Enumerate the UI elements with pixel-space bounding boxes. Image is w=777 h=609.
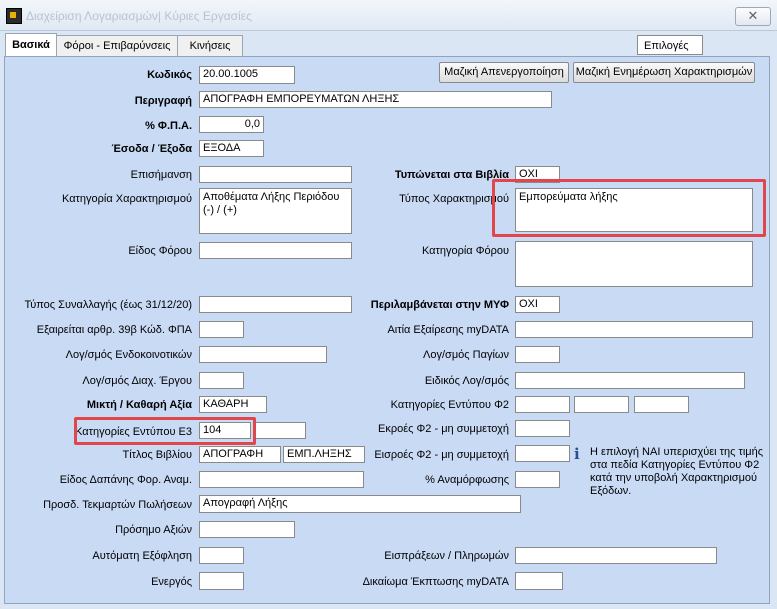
exempt-39b-field[interactable] [199,321,244,338]
vat-label: % Φ.Π.Α. [145,120,192,132]
receipts-payments-field[interactable] [515,547,717,564]
auto-settlement-label: Αυτόματη Εξόφληση [92,550,192,562]
gross-net-field[interactable]: ΚΑΘΑΡΗ [199,396,267,413]
exemption-cause-label: Αιτία Εξαίρεσης myDATA [387,324,509,336]
exemption-cause-field[interactable] [515,321,753,338]
special-account-field[interactable] [515,372,745,389]
description-label: Περιγραφή [134,95,192,107]
active-field[interactable] [199,572,244,590]
description-field[interactable]: ΑΠΟΓΡΑΦΗ ΕΜΠΟΡΕΥΜΑΤΩΝ ΛΗΞΗΣ [199,91,552,108]
f2-category-field-1[interactable] [515,396,570,413]
f2-outflows-label: Εκροές Φ2 - μη συμμετοχή [378,423,509,435]
fixed-assets-label: Λογ/σμός Παγίων [423,349,509,361]
tax-type-label: Είδος Φόρου [128,245,192,257]
expense-type-field[interactable] [199,471,364,488]
active-label: Ενεργός [151,576,192,588]
deduction-right-field[interactable] [515,572,563,590]
title-bar: Διαχείριση Λογαριασμών| Κύριες Εργασίες … [0,0,777,31]
project-field[interactable] [199,372,244,389]
mass-update-button[interactable]: Μαζική Ενημέρωση Χαρακτηρισμών [573,62,755,83]
e3-categories-field-2[interactable] [254,422,306,439]
auto-settlement-field[interactable] [199,547,244,564]
mass-deactivate-button[interactable]: Μαζική Απενεργοποίηση [439,62,569,83]
f2-category-field-3[interactable] [634,396,689,413]
tax-type-field[interactable] [199,242,352,259]
included-myf-field[interactable]: ΟΧΙ [515,296,560,313]
tax-category-field[interactable] [515,241,753,287]
code-label: Κωδικός [147,69,192,81]
f2-inflows-label: Εισροές Φ2 - μη συμμετοχή [374,449,509,461]
book-title-field[interactable]: ΑΠΟΓΡΑΦΗ [199,446,281,463]
book-title-field-2[interactable]: ΕΜΠ.ΛΗΞΗΣ [283,446,365,463]
window-title: Διαχείριση Λογαριασμών| Κύριες Εργασίες [26,9,252,23]
info-note: Η επιλογή ΝΑΙ υπερισχύει της τιμής στα π… [590,446,764,497]
gross-net-label: Μικτή / Καθαρή Αξία [86,399,192,411]
transaction-type-field[interactable] [199,296,352,313]
tab-movements[interactable]: Κινήσεις [177,35,243,58]
vat-field[interactable]: 0,0 [199,116,264,133]
options-button[interactable]: Επιλογές [637,35,703,55]
income-expense-label: Έσοδα / Έξοδα [111,143,192,155]
value-sign-field[interactable] [199,521,295,538]
mention-label: Επισήμανση [130,169,192,181]
app-icon [6,8,22,24]
f2-outflows-field[interactable] [515,420,570,437]
adjustment-field[interactable] [515,471,560,488]
sales-document-label: Προσδ. Τεκμαρτών Πωλήσεων [43,499,192,511]
f2-categories-label: Κατηγορίες Εντύπου Φ2 [390,399,509,411]
book-title-label: Τίτλος Βιβλίου [122,449,192,461]
info-icon: i [574,445,580,463]
exempt-39b-label: Εξαιρείται αρθρ. 39β Κώδ. ΦΠΑ [36,324,192,336]
value-sign-label: Πρόσημο Αξιών [115,524,192,536]
project-label: Λογ/σμός Διαχ. Έργου [82,375,192,387]
income-expense-field[interactable]: ΕΞΟΔΑ [199,140,264,157]
sales-document-field[interactable]: Απογραφή Λήξης [199,495,521,513]
mention-field[interactable] [199,166,352,183]
expense-type-label: Είδος Δαπάνης Φορ. Αναμ. [59,474,192,486]
special-account-label: Ειδικός Λογ/σμός [424,375,509,387]
tab-basic[interactable]: Βασικά [5,33,57,58]
category-label: Κατηγορία Χαρακτηρισμού [62,193,192,205]
category-field[interactable]: Αποθέματα Λήξης Περιόδου (-) / (+) [199,188,352,234]
deduction-right-label: Δικαίωμα Έκπτωσης myDATA [362,576,509,588]
highlight-e3-categories [74,417,256,445]
intra-community-field[interactable] [199,346,327,363]
included-myf-label: Περιλαμβάνεται στην ΜΥΦ [370,299,509,311]
intra-community-label: Λογ/σμός Ενδοκοινοτικών [65,349,192,361]
transaction-type-label: Τύπος Συναλλαγής (έως 31/12/20) [24,299,192,311]
f2-inflows-field[interactable] [515,445,570,462]
f2-category-field-2[interactable] [574,396,629,413]
close-button[interactable]: ✕ [735,7,771,26]
receipts-payments-label: Εισπράξεων / Πληρωμών [384,550,509,562]
code-field[interactable]: 20.00.1005 [199,66,295,84]
tab-taxes[interactable]: Φόροι - Επιβαρύνσεις [56,35,178,58]
fixed-assets-field[interactable] [515,346,560,363]
adjustment-label: % Αναμόρφωσης [425,474,509,486]
tax-category-label: Κατηγορία Φόρου [421,245,509,257]
highlight-category-type [492,179,766,237]
